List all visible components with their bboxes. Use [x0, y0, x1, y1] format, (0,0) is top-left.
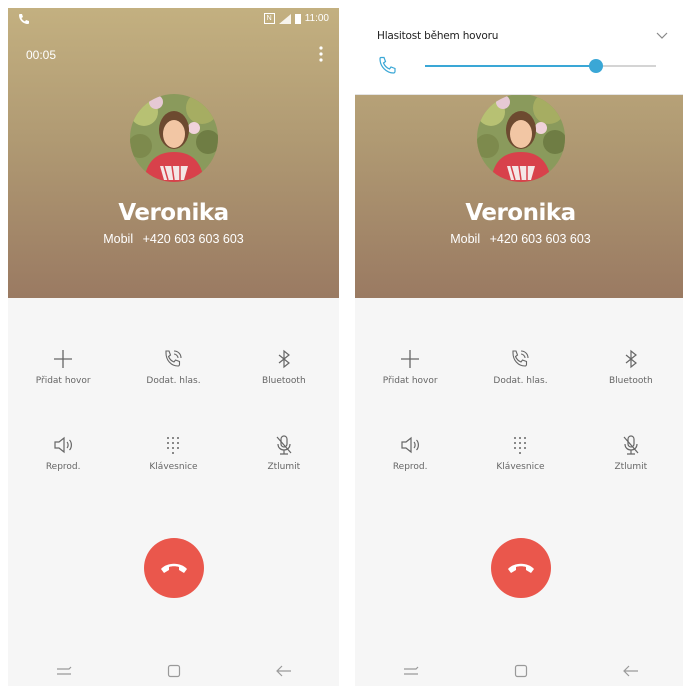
call-screen-right: Veronika Mobil +420 603 603 603 Hlasitos…	[355, 8, 683, 686]
keypad-icon	[514, 437, 527, 454]
phone-number: +420 603 603 603	[489, 232, 591, 246]
speaker-button[interactable]: Reprod.	[355, 424, 465, 486]
extra-volume-icon	[165, 350, 183, 367]
mute-icon	[276, 435, 292, 455]
status-time: 11:00	[304, 13, 329, 24]
call-timer: 00:05	[26, 48, 57, 62]
back-icon[interactable]	[275, 665, 292, 677]
keypad-label: Klávesnice	[496, 462, 545, 472]
mute-icon	[623, 435, 639, 455]
bluetooth-label: Bluetooth	[608, 376, 653, 386]
number-type-label: Mobil	[450, 232, 481, 246]
home-icon[interactable]	[167, 664, 181, 678]
mute-button[interactable]: Ztlumit	[229, 424, 339, 486]
keypad-button[interactable]: Klávesnice	[465, 424, 575, 486]
mute-label: Ztlumit	[267, 462, 301, 472]
mute-button[interactable]: Ztlumit	[576, 424, 683, 486]
phone-status-icon	[19, 14, 29, 24]
in-call-volume-panel: Hlasitost během hovoru	[355, 8, 683, 95]
add-call-button[interactable]: Přidat hovor	[8, 338, 118, 400]
speaker-label: Reprod.	[392, 462, 428, 472]
phone-number: +420 603 603 603	[142, 232, 244, 246]
add-call-button[interactable]: Přidat hovor	[355, 338, 465, 400]
add-call-label: Přidat hovor	[35, 376, 91, 386]
nfc-icon: N	[263, 13, 275, 24]
keypad-icon	[167, 437, 180, 454]
battery-icon	[294, 13, 301, 24]
navigation-bar	[8, 656, 339, 686]
more-options-icon[interactable]	[319, 46, 323, 62]
plus-icon	[401, 350, 420, 368]
bluetooth-button[interactable]: Bluetooth	[229, 338, 339, 400]
contact-photo	[129, 94, 218, 182]
contact-photo	[476, 94, 565, 182]
add-call-label: Přidat hovor	[382, 376, 438, 386]
volume-slider-fill	[425, 65, 596, 67]
contact-avatar	[476, 94, 565, 182]
contact-avatar	[129, 94, 218, 182]
volume-slider[interactable]	[425, 59, 656, 73]
mute-label: Ztlumit	[614, 462, 648, 472]
number-type-label: Mobil	[103, 232, 134, 246]
extra-volume-icon	[512, 350, 530, 367]
keypad-button[interactable]: Klávesnice	[118, 424, 228, 486]
extra-volume-button[interactable]: Dodat. hlas.	[465, 338, 575, 400]
bluetooth-icon	[625, 349, 637, 369]
chevron-down-icon[interactable]	[656, 32, 668, 40]
extra-volume-label: Dodat. hlas.	[493, 376, 548, 386]
call-actions-grid: Přidat hovor Dodat. hlas. Bluetooth Repr…	[355, 338, 683, 486]
home-icon[interactable]	[514, 664, 528, 678]
speaker-icon	[54, 436, 73, 454]
speaker-label: Reprod.	[45, 462, 81, 472]
bluetooth-icon	[278, 349, 290, 369]
keypad-label: Klávesnice	[149, 462, 198, 472]
extra-volume-button[interactable]: Dodat. hlas.	[118, 338, 228, 400]
end-call-button[interactable]	[490, 538, 551, 598]
speaker-icon	[401, 436, 420, 454]
contact-name: Veronika	[465, 200, 576, 226]
navigation-bar	[355, 656, 683, 686]
end-call-icon	[160, 563, 187, 573]
bluetooth-label: Bluetooth	[261, 376, 306, 386]
volume-panel-title: Hlasitost během hovoru	[377, 30, 499, 42]
contact-number-row: Mobil +420 603 603 603	[355, 232, 683, 246]
recent-apps-icon[interactable]	[402, 665, 420, 677]
end-call-button[interactable]	[143, 538, 204, 598]
bluetooth-button[interactable]: Bluetooth	[576, 338, 683, 400]
plus-icon	[54, 350, 73, 368]
call-volume-icon	[379, 56, 396, 74]
call-header: N 11:00 00:05 Veronika Mobil +420 603 60…	[8, 8, 339, 298]
volume-slider-thumb[interactable]	[588, 59, 603, 73]
extra-volume-label: Dodat. hlas.	[146, 376, 201, 386]
back-icon[interactable]	[622, 665, 639, 677]
end-call-icon	[507, 563, 534, 573]
call-screen-left: N 11:00 00:05 Veronika Mobil +420 603 60…	[8, 8, 339, 686]
contact-number-row: Mobil +420 603 603 603	[8, 232, 339, 246]
speaker-button[interactable]: Reprod.	[8, 424, 118, 486]
status-bar: N 11:00	[8, 8, 339, 30]
signal-icon	[278, 13, 291, 24]
call-actions-grid: Přidat hovor Dodat. hlas. Bluetooth Repr…	[8, 338, 339, 486]
contact-name: Veronika	[118, 200, 229, 226]
status-right: N 11:00	[263, 13, 329, 24]
recent-apps-icon[interactable]	[55, 665, 73, 677]
